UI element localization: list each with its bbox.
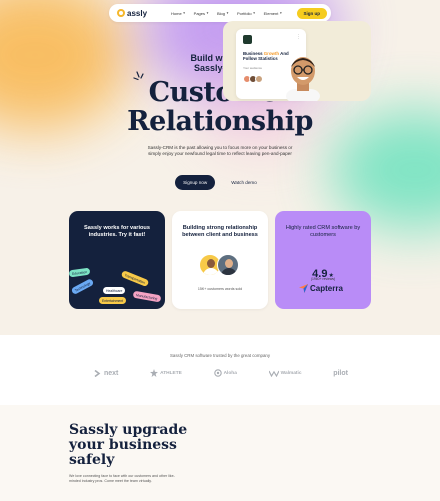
partner-logos: next ATHLETE Aloha Walmatic pilot	[94, 369, 348, 377]
avatar-body	[203, 268, 219, 275]
nav-item-label: Home	[171, 10, 182, 16]
hero-title-line: Customer	[148, 77, 292, 108]
industries-card-title: Sassly works for various industries. Try…	[84, 225, 150, 238]
swirl-logo-icon	[213, 369, 222, 377]
avatar-head	[207, 259, 215, 268]
nav-item-label: Portfolio	[236, 10, 252, 16]
nav-item-blog[interactable]: Blog ▼	[217, 11, 229, 16]
logo-mark-icon	[117, 9, 125, 17]
industry-pill: Manufacturing	[132, 290, 161, 303]
signup-now-button[interactable]: Signup now	[175, 175, 216, 190]
hero-kicker-line: Build with the	[190, 53, 250, 63]
avatar	[255, 75, 263, 83]
chevron-down-icon: ▼	[226, 11, 229, 15]
relationship-card-title: Building strong relationship between cli…	[182, 225, 258, 238]
avatar	[217, 254, 239, 276]
statistics-title-highlight: Growth	[263, 51, 280, 56]
partner-logo-text: ATHLETE	[160, 370, 182, 376]
feature-section: Sassly upgrade your business safely We l…	[0, 405, 440, 501]
chevron-down-icon: ▼	[182, 11, 186, 15]
hero-kicker-line: Sassly-CRM	[193, 63, 247, 73]
industry-pill: Education	[68, 267, 91, 278]
nav-menu: Home ▼ Pages ▼ Blog ▼ Portfolio ▼ Element ▼	[171, 11, 297, 16]
industry-pill: Transportation	[120, 270, 150, 288]
industry-pill: Technology	[70, 277, 95, 296]
partner-logo-text: next	[104, 369, 119, 377]
logo-text: assly	[127, 8, 148, 18]
industry-pill: Entertainment	[99, 297, 127, 305]
more-options-icon[interactable]: ⋮	[296, 34, 301, 40]
rating-card: Highly rated CRM software by customers 4…	[275, 211, 371, 309]
feature-description: We love connecting face to face with our…	[69, 474, 175, 483]
feature-title: Sassly upgrade your business safely	[69, 422, 188, 468]
nav-item-pages[interactable]: Pages ▼	[194, 11, 209, 16]
hero-title: Customer Relationship	[0, 78, 440, 136]
partners-caption: Sassly CRM software trusted by the great…	[169, 353, 271, 358]
industry-pill: Healthcare	[103, 287, 126, 295]
capterra-arrow-icon	[299, 284, 308, 293]
capterra-text: Capterra	[310, 284, 343, 293]
nav-item-label: Element	[263, 10, 279, 16]
signup-button[interactable]: Sign up	[296, 7, 327, 19]
chevron-down-icon: ▼	[279, 11, 283, 15]
chevron-down-icon: ▼	[252, 11, 256, 15]
top-navbar: assly Home ▼ Pages ▼ Blog ▼ Portfolio ▼ Elem…	[109, 4, 331, 22]
partner-logo-athlete: ATHLETE	[150, 369, 182, 377]
partner-logo-next: next	[94, 369, 119, 377]
rating-reviews: (1960+ reviews)	[310, 277, 336, 281]
watch-demo-button[interactable]: Watch demo	[223, 175, 265, 190]
star-logo-icon	[150, 369, 159, 377]
hero-title-line: Relationship	[127, 106, 313, 137]
nav-item-portfolio[interactable]: Portfolio ▼	[237, 11, 256, 16]
smiling-man-photo	[286, 57, 320, 101]
chevron-logo-icon	[94, 369, 101, 377]
partner-logo-walmatic: Walmatic	[268, 370, 302, 377]
avatar-body	[221, 268, 237, 275]
hero-buttons: Signup now Watch demo	[0, 175, 440, 190]
partner-logo-pilot: pilot	[333, 370, 348, 377]
hero-description: Sassly-CRM is the past allowing you to f…	[147, 145, 293, 156]
industries-card: Sassly works for various industries. Try…	[68, 211, 165, 309]
partner-logo-text: pilot	[333, 369, 348, 377]
customers-note: 15K+ customers words sold	[197, 287, 243, 291]
chevron-down-icon: ▼	[206, 11, 209, 15]
brand-logo[interactable]: assly	[117, 9, 171, 18]
statistics-title-part: Business	[243, 51, 264, 56]
wave-logo-icon	[268, 370, 279, 377]
nav-item-label: Pages	[193, 10, 205, 16]
partner-logo-aloha: Aloha	[213, 369, 237, 377]
nav-item-element[interactable]: Element ▼	[264, 11, 283, 16]
nav-item-home[interactable]: Home ▼	[171, 11, 186, 16]
relationship-card: Building strong relationship between cli…	[172, 211, 268, 309]
customer-avatars	[199, 254, 239, 276]
hero-kicker: Build with the Sassly-CRM	[0, 53, 440, 73]
statistics-app-icon	[243, 35, 252, 44]
partner-logo-text: Aloha	[223, 370, 237, 376]
partners-section: Sassly CRM software trusted by the great…	[0, 335, 440, 405]
rating-card-title: Highly rated CRM software by customers	[285, 225, 361, 238]
nav-item-label: Blog	[216, 10, 225, 16]
capterra-logo: Capterra	[299, 284, 343, 293]
partner-logo-text: Walmatic	[280, 370, 302, 376]
audience-avatars	[243, 75, 263, 83]
statistics-card-subtitle: Your audience	[243, 66, 263, 70]
avatar-head	[225, 259, 233, 268]
